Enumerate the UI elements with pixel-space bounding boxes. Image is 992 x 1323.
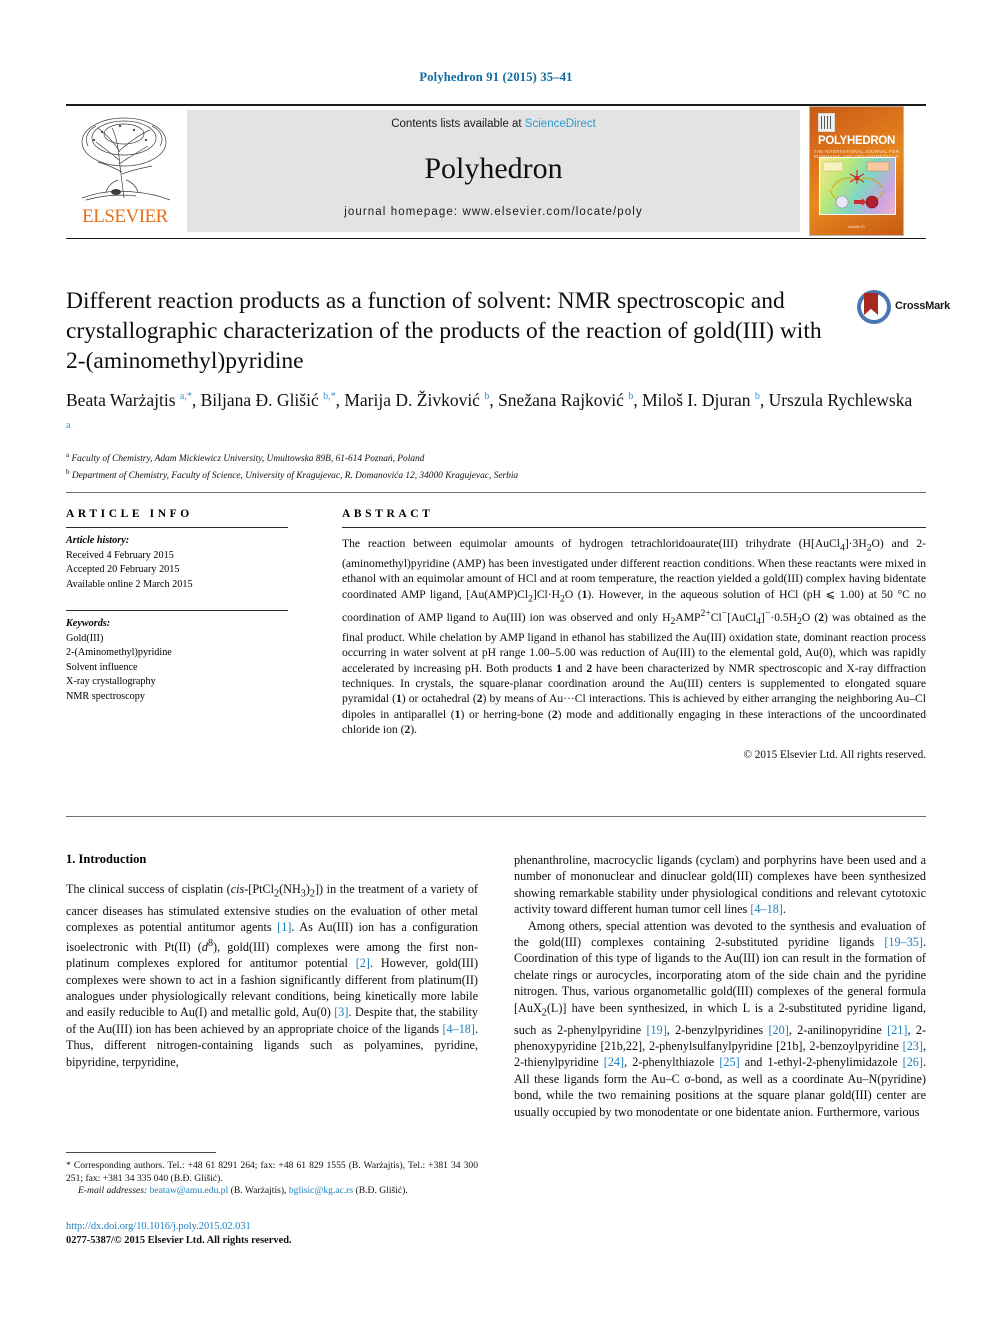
sciencedirect-link[interactable]: ScienceDirect <box>525 118 596 130</box>
abstract-rule <box>342 527 926 528</box>
doi-block: http://dx.doi.org/10.1016/j.poly.2015.02… <box>66 1220 486 1248</box>
affiliation-list: a Faculty of Chemistry, Adam Mickiewicz … <box>66 449 916 483</box>
section-heading-introduction: 1. Introduction <box>66 852 147 866</box>
keywords-label: Keywords: <box>66 618 111 629</box>
article-history-item: Accepted 20 February 2015 <box>66 564 180 575</box>
body-column-right: phenanthroline, macrocyclic ligands (cyc… <box>514 852 926 1120</box>
contents-prefix: Contents lists available at <box>391 118 525 130</box>
cover-journal-name: POLYHEDRON <box>817 135 896 147</box>
article-history-label: Article history: <box>66 535 130 546</box>
crossmark-label: CrossMark <box>895 300 951 312</box>
crossmark-icon <box>857 290 891 324</box>
cover-elsevier-mark-icon <box>818 113 835 132</box>
article-history-item: Available online 2 March 2015 <box>66 578 193 590</box>
article-info-rule <box>66 527 288 528</box>
email-link-1[interactable]: beataw@amu.edu.pl <box>150 1185 229 1196</box>
article-page: Polyhedron 91 (2015) 35–41 ELSEVIER Cont… <box>0 0 992 1323</box>
running-head: Polyhedron 91 (2015) 35–41 <box>419 70 573 84</box>
email-owner-1: (B. Warżajtis), <box>230 1185 287 1197</box>
keyword-item: 2-(Aminomethyl)pyridine <box>66 647 172 658</box>
abstract-column: ABSTRACT The reaction between equimolar … <box>342 508 926 761</box>
article-info-column: ARTICLE INFO Article history: Received 4… <box>66 508 316 704</box>
affiliation-a: a Faculty of Chemistry, Adam Mickiewicz … <box>66 451 425 465</box>
info-zone-bottom-rule <box>66 816 926 817</box>
author-list: Beata Warżajtis a,*, Biljana Đ. Glišić b… <box>66 389 913 431</box>
info-zone-top-rule <box>66 492 926 493</box>
email-link-2[interactable]: bglisic@kg.ac.rs <box>289 1185 353 1196</box>
journal-masthead: ELSEVIER Contents lists available at Sci… <box>66 106 926 236</box>
abstract-heading: ABSTRACT <box>342 508 434 520</box>
article-info-heading: ARTICLE INFO <box>66 508 193 520</box>
keyword-item: Gold(III) <box>66 632 104 644</box>
corresponding-authors-note: * Corresponding authors. Tel.: +48 61 82… <box>66 1160 478 1184</box>
email-owner-2: (B.Đ. Glišić). <box>355 1185 408 1197</box>
journal-title: Polyhedron <box>424 152 563 185</box>
elsevier-logo: ELSEVIER <box>66 110 184 232</box>
title-block: Different reaction products as a functio… <box>66 286 836 376</box>
elsevier-tree-icon <box>72 112 178 204</box>
intro-paragraph: Among others, special attention was devo… <box>514 918 927 1119</box>
abstract-copyright: © 2015 Elsevier Ltd. All rights reserved… <box>743 748 927 761</box>
elsevier-wordmark: ELSEVIER <box>82 206 168 227</box>
email-addresses-line: E-mail addresses: beataw@amu.edu.pl (B. … <box>66 1185 478 1198</box>
footnote-rule <box>66 1152 216 1153</box>
intro-paragraph: phenanthroline, macrocyclic ligands (cyc… <box>514 853 926 917</box>
body-column-left: 1. Introduction The clinical success of … <box>66 852 478 1070</box>
keyword-item: Solvent influence <box>66 661 138 673</box>
journal-cover-thumbnail: POLYHEDRON THE INTERNATIONAL JOURNAL FOR… <box>809 106 904 236</box>
doi-link[interactable]: http://dx.doi.org/10.1016/j.poly.2015.02… <box>66 1220 486 1234</box>
journal-band: Contents lists available at ScienceDirec… <box>187 110 800 232</box>
crossmark-badge[interactable]: CrossMark <box>857 290 950 324</box>
masthead-bottom-rule <box>66 238 926 239</box>
masthead-top-rule <box>66 104 926 106</box>
affiliation-b: b Department of Chemistry, Faculty of Sc… <box>66 468 519 482</box>
cover-volume-label: Volume 91 <box>848 225 865 229</box>
article-title: Different reaction products as a functio… <box>66 288 822 374</box>
footnote-block: * Corresponding authors. Tel.: +48 61 82… <box>66 1160 478 1198</box>
cover-artwork <box>819 157 896 215</box>
keyword-item: NMR spectroscopy <box>66 690 145 702</box>
keyword-item: X-ray crystallography <box>66 676 156 687</box>
contents-available-line: Contents lists available at ScienceDirec… <box>187 118 800 130</box>
article-history-item: Received 4 February 2015 <box>66 549 174 561</box>
issn-copyright-line: 0277-5387/© 2015 Elsevier Ltd. All right… <box>66 1235 292 1246</box>
keywords-rule <box>66 610 288 611</box>
journal-homepage-line[interactable]: journal homepage: www.elsevier.com/locat… <box>187 206 800 218</box>
intro-paragraph: The clinical success of cisplatin (cis-[… <box>66 882 479 1069</box>
abstract-body: The reaction between equimolar amounts o… <box>342 537 926 737</box>
email-addresses-label: E-mail addresses: <box>78 1185 148 1197</box>
